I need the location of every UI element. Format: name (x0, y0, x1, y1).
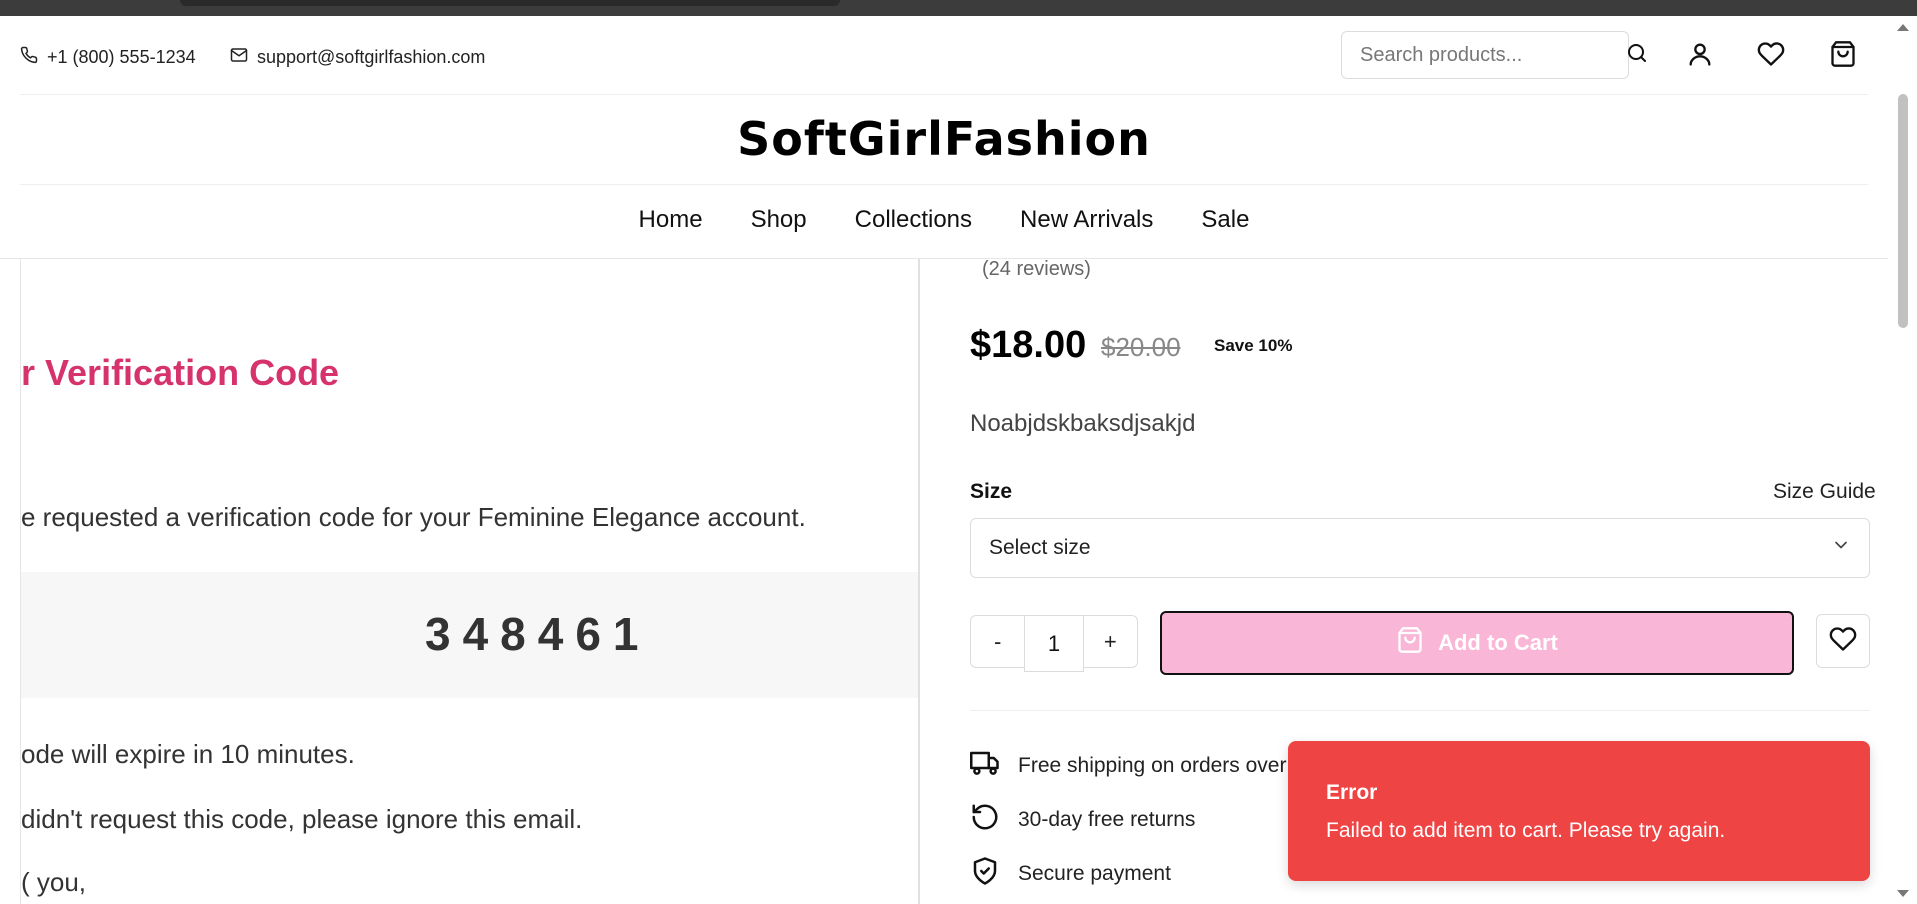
size-select[interactable]: Select size (970, 518, 1870, 578)
size-label: Size (970, 480, 1013, 503)
contact-phone[interactable]: +1 (800) 555-1234 (20, 46, 196, 69)
wishlist-button[interactable] (1816, 614, 1870, 668)
email-signoff: ( you, (21, 867, 87, 897)
site-logo[interactable]: SoftGirlFashion (0, 112, 1888, 166)
feature-returns: 30-day free returns (970, 802, 1195, 838)
mail-icon (230, 46, 248, 69)
nav-shop[interactable]: Shop (751, 206, 807, 234)
feature-secure-payment: Secure payment (970, 856, 1171, 892)
original-price: $20.00 (1101, 332, 1181, 362)
nav-new-arrivals[interactable]: New Arrivals (1020, 206, 1153, 234)
qty-increase-button[interactable]: + (1084, 629, 1137, 655)
cart-icon[interactable] (1827, 38, 1859, 70)
toast-title: Error (1326, 781, 1378, 804)
browser-chrome-strip (0, 0, 1917, 16)
save-badge: Save 10% (1214, 336, 1293, 355)
feature-secure-text: Secure payment (1018, 862, 1171, 885)
email-title: r Verification Code (21, 352, 340, 393)
scroll-down-arrow[interactable] (1897, 890, 1909, 897)
user-icon[interactable] (1684, 38, 1716, 70)
email-ignore: didn't request this code, please ignore … (21, 804, 583, 834)
verification-code: 348461 (425, 608, 651, 660)
bag-icon (1396, 626, 1424, 660)
email-expiry: ode will expire in 10 minutes. (21, 739, 355, 769)
main-nav: Home Shop Collections New Arrivals Sale (0, 206, 1888, 234)
divider (20, 94, 1868, 95)
email-intro: e requested a verification code for your… (21, 502, 806, 532)
search-icon[interactable] (1625, 41, 1649, 70)
email-address: support@softgirlfashion.com (257, 47, 486, 67)
add-to-cart-button[interactable]: Add to Cart (1160, 611, 1794, 675)
qty-decrease-button[interactable]: - (971, 629, 1024, 655)
phone-icon (20, 46, 38, 69)
heart-icon (1829, 625, 1857, 658)
heart-icon[interactable] (1755, 38, 1787, 70)
product-description: Noabjdskbaksdjsakjd (970, 410, 1196, 437)
top-bar: +1 (800) 555-1234 support@softgirlfashio… (0, 16, 1868, 95)
divider (970, 710, 1870, 711)
feature-returns-text: 30-day free returns (1018, 808, 1196, 831)
qty-input[interactable]: 1 (1024, 615, 1084, 672)
nav-home[interactable]: Home (639, 206, 703, 234)
search-input[interactable] (1360, 43, 1625, 67)
feature-shipping: Free shipping on orders over (970, 748, 1286, 784)
page-scrollbar[interactable] (1888, 16, 1917, 904)
size-guide-link[interactable]: Size Guide (1773, 480, 1876, 504)
return-icon (970, 802, 1000, 838)
truck-icon (970, 748, 1000, 784)
shield-icon (970, 856, 1000, 892)
product-image-email-preview: r Verification Code e requested a verifi… (20, 259, 920, 904)
error-toast[interactable]: Error Failed to add item to cart. Please… (1288, 741, 1870, 881)
divider (20, 184, 1868, 185)
code-box: 348461 (21, 572, 918, 698)
contact-email[interactable]: support@softgirlfashion.com (230, 46, 485, 69)
quantity-stepper: - 1 + (970, 615, 1138, 672)
scroll-up-arrow[interactable] (1897, 24, 1909, 31)
feature-shipping-text: Free shipping on orders over (1018, 754, 1287, 777)
current-price: $18.00 (970, 324, 1087, 366)
search-box (1341, 31, 1646, 79)
nav-collections[interactable]: Collections (855, 206, 972, 234)
size-select-value: Select size (989, 536, 1091, 559)
add-to-cart-label: Add to Cart (1438, 630, 1558, 655)
scroll-thumb[interactable] (1898, 94, 1908, 328)
review-count[interactable]: (24 reviews) (982, 258, 1091, 281)
toast-message: Failed to add item to cart. Please try a… (1326, 819, 1726, 842)
phone-number: +1 (800) 555-1234 (47, 47, 196, 67)
browser-tab-pill (180, 0, 840, 6)
nav-sale[interactable]: Sale (1201, 206, 1249, 234)
chevron-down-icon (1831, 535, 1851, 561)
